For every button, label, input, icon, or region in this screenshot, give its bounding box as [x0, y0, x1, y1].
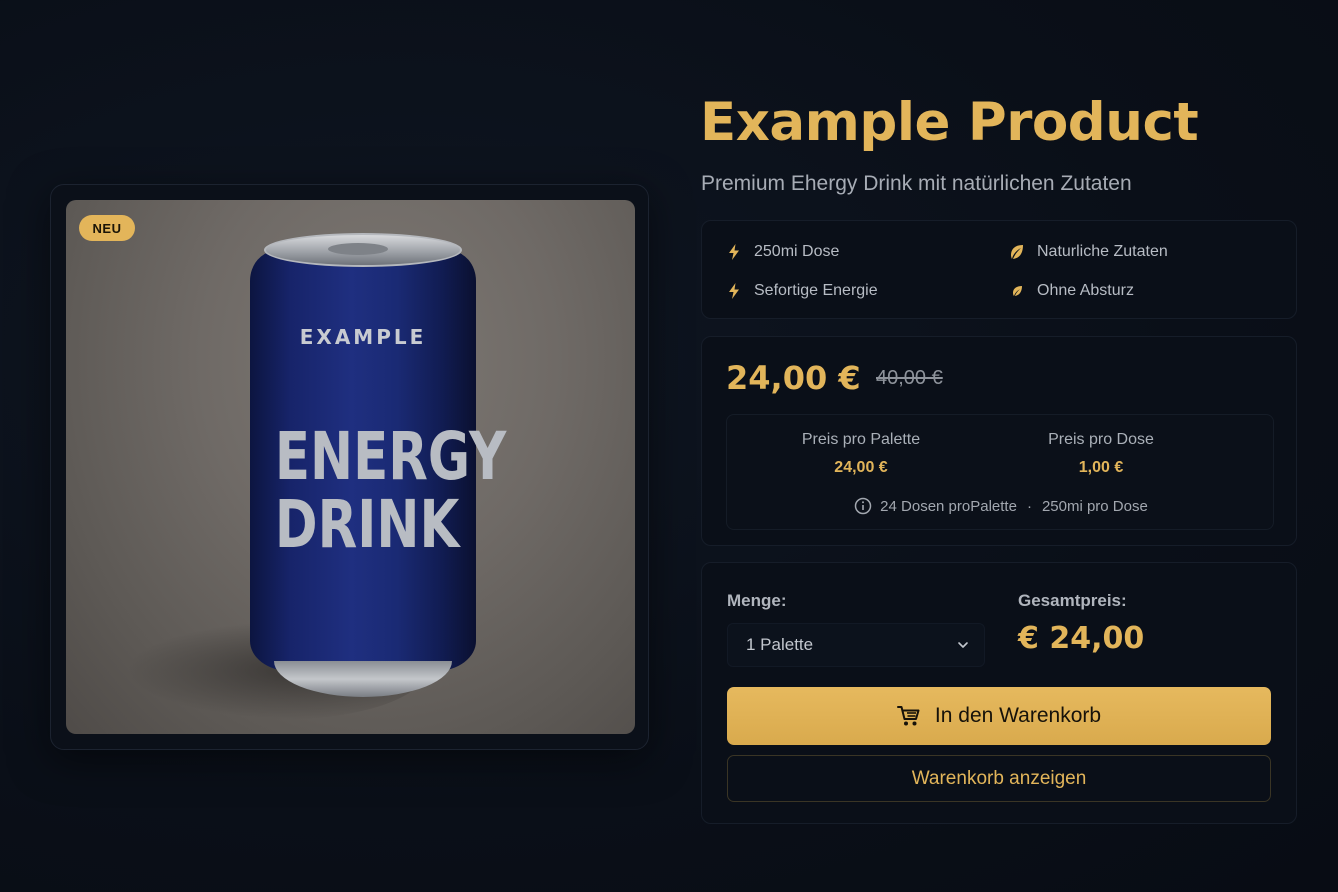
lightning-icon — [729, 244, 739, 260]
cart-icon — [896, 706, 920, 726]
current-price: 24,00 € — [726, 359, 861, 397]
product-image: EXAMPLE ENERGY DRINK NEU — [66, 200, 635, 734]
feature-item: 250mi Dose — [726, 243, 839, 261]
quantity-select-value: 1 Palette — [746, 635, 814, 654]
view-cart-button[interactable]: Warenkorb anzeigen — [727, 755, 1271, 802]
info-icon — [854, 497, 872, 515]
can-title-line2: DRINK — [274, 486, 460, 563]
can-brand-text: EXAMPLE — [299, 325, 427, 349]
package-info: 24 Dosen proPalette · 250mi pro Dose — [727, 497, 1275, 515]
package-info-cans: 24 Dosen proPalette — [880, 497, 1017, 515]
add-to-cart-button[interactable]: In den Warenkorb — [727, 687, 1271, 745]
price-per-can: Preis pro Dose 1,00 € — [981, 431, 1221, 477]
add-to-cart-label: In den Warenkorb — [934, 704, 1102, 727]
feature-label: Sefortige Energie — [754, 282, 878, 299]
feature-item: Ohne Absturz — [1009, 282, 1134, 300]
feature-label: Naturliche Zutaten — [1037, 243, 1168, 260]
product-title: Example Product — [700, 92, 1199, 153]
total-price-value: € 24,00 — [1018, 621, 1145, 656]
price-per-can-label: Preis pro Dose — [1048, 431, 1154, 448]
price-breakdown: Preis pro Palette 24,00 € Preis pro Dose… — [726, 414, 1274, 530]
info-separator: · — [1026, 497, 1032, 515]
price-per-can-value: 1,00 € — [1078, 459, 1124, 476]
lightning-icon — [729, 283, 739, 299]
can-title-line1: ENERGY — [274, 418, 507, 495]
features-panel: 250mi Dose Naturliche Zutaten Sefortige … — [701, 220, 1297, 319]
can-title-text: ENERGY DRINK — [274, 418, 507, 563]
price-per-pallet-label: Preis pro Palette — [801, 431, 921, 448]
old-price: 40,00 € — [876, 367, 943, 389]
package-info-volume: 250mi pro Dose — [1041, 497, 1148, 515]
price-per-pallet: Preis pro Palette 24,00 € — [741, 431, 981, 477]
can-base — [274, 661, 452, 697]
new-badge: NEU — [79, 215, 135, 241]
energy-drink-can: EXAMPLE ENERGY DRINK — [250, 233, 507, 699]
feature-label: Ohne Absturz — [1037, 282, 1134, 299]
product-image-card: EXAMPLE ENERGY DRINK NEU — [50, 184, 649, 750]
feature-label: 250mi Dose — [754, 243, 840, 260]
leaf-icon — [1011, 245, 1023, 259]
quantity-select[interactable]: 1 Palette — [727, 623, 985, 667]
total-price-label: Gesamtpreis: — [1018, 591, 1127, 610]
leaf-icon — [1013, 286, 1022, 296]
quantity-label: Menge: — [727, 591, 787, 610]
cart-panel: Menge: 1 Palette Gesamtpreis: € 24,00 In… — [701, 562, 1297, 824]
can-lid — [264, 233, 462, 267]
feature-item: Naturliche Zutaten — [1009, 243, 1168, 261]
feature-item: Sefortige Energie — [726, 282, 878, 300]
price-panel: 24,00 € 40,00 € Preis pro Palette 24,00 … — [701, 336, 1297, 546]
price-per-pallet-value: 24,00 € — [834, 459, 888, 476]
chevron-down-icon — [958, 642, 968, 648]
product-subtitle: Premium Ehergy Drink mit natürlichen Zut… — [701, 172, 1132, 195]
